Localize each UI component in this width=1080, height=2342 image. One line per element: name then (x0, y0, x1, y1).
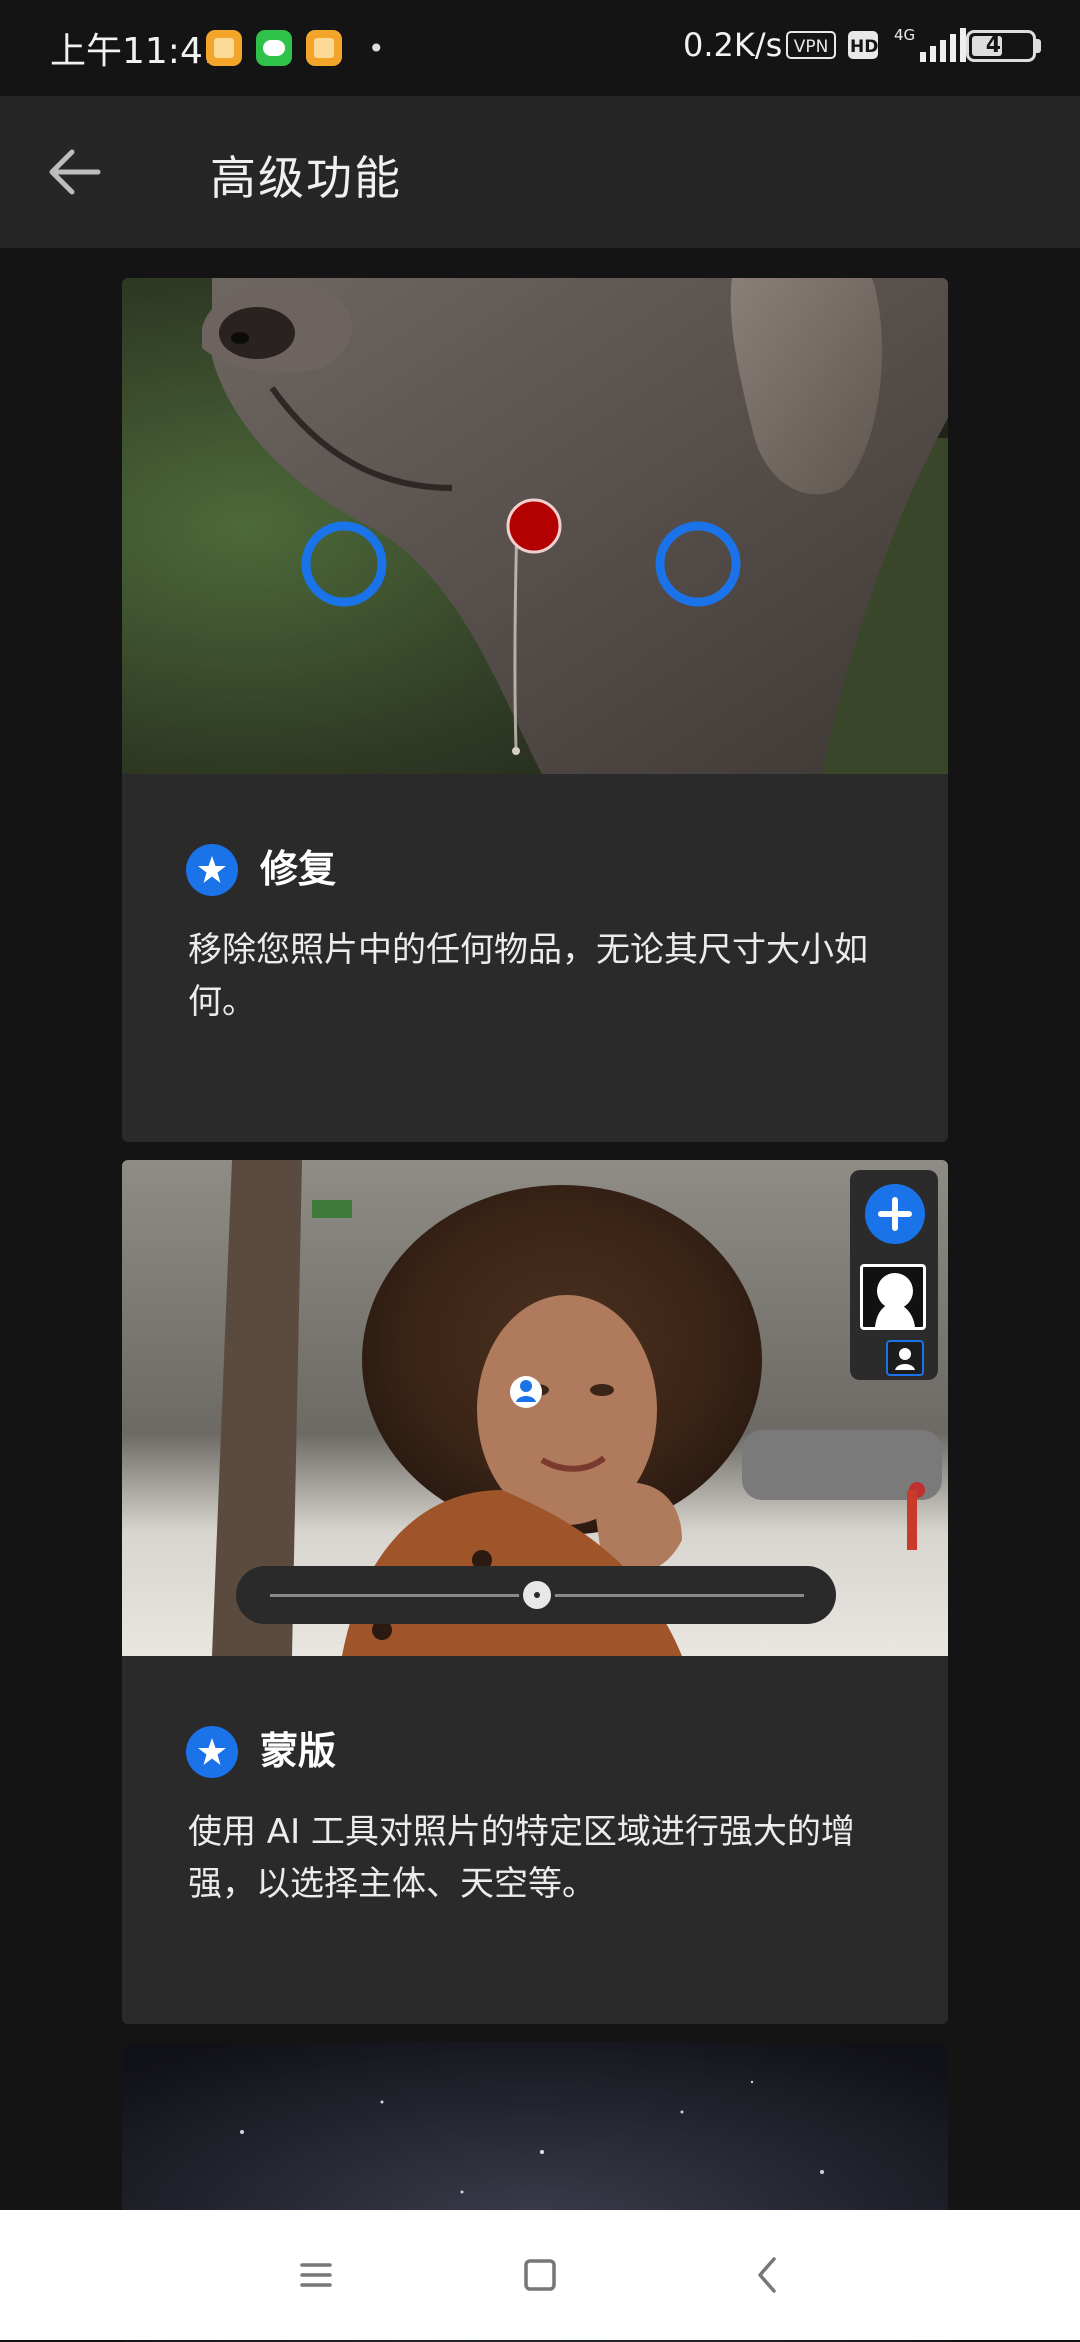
hd-badge: HD (848, 31, 878, 59)
notes-app-icon-2 (306, 30, 342, 66)
signal-icon (920, 28, 966, 62)
arrow-left-icon (49, 149, 101, 195)
feature-title: 修复 (260, 847, 337, 891)
status-bar: 上午11:41 • 0.2K/s VPN HD 4G 42 (0, 0, 1080, 96)
network-type: 4G (894, 26, 916, 44)
menu-icon (300, 2263, 332, 2287)
back-chevron-icon (758, 2257, 776, 2293)
mask-thumbnail[interactable] (860, 1264, 926, 1330)
feature-card-masking[interactable]: 蒙版 使用 AI 工具对照片的特定区域进行强大的增强，以选择主体、天空等。 (122, 1160, 948, 2024)
home-button[interactable] (510, 2245, 570, 2305)
feature-card-heal[interactable]: 修复 移除您照片中的任何物品，无论其尺寸大小如何。 (122, 278, 948, 1142)
select-subject-icon (895, 1348, 915, 1370)
feature-description: 使用 AI 工具对照片的特定区域进行强大的增强，以选择主体、天空等。 (188, 1812, 855, 1904)
mask-amount-slider[interactable] (236, 1566, 836, 1624)
star-badge-icon (186, 1726, 238, 1778)
page-title: 高级功能 (210, 151, 402, 205)
home-square-icon (524, 2259, 556, 2291)
system-nav-bar (0, 2210, 1080, 2340)
app-bar: 高级功能 (0, 96, 1080, 248)
add-mask-button[interactable] (865, 1184, 925, 1244)
plus-icon (878, 1197, 912, 1231)
network-speed: 0.2K/s (683, 26, 783, 64)
battery-icon: 42 (966, 30, 1036, 62)
masking-preview-image (122, 1160, 948, 1656)
subject-silhouette-icon (875, 1273, 915, 1327)
recents-button[interactable] (286, 2245, 346, 2305)
back-button[interactable] (36, 132, 116, 212)
slider-thumb[interactable] (519, 1577, 555, 1613)
notes-app-icon (206, 30, 242, 66)
feature-description: 移除您照片中的任何物品，无论其尺寸大小如何。 (188, 930, 868, 1022)
star-badge-icon (186, 844, 238, 896)
mask-tools-panel (850, 1170, 938, 1380)
battery-tip (1036, 39, 1041, 53)
status-time: 上午11:41 (50, 31, 226, 72)
system-back-button[interactable] (738, 2245, 798, 2305)
select-subject-button[interactable] (886, 1340, 924, 1376)
heal-preview-image (122, 278, 948, 774)
wechat-icon (256, 30, 292, 66)
vpn-badge: VPN (786, 31, 836, 59)
more-notifications-dot: • (368, 32, 385, 65)
battery-level: 42 (985, 33, 1017, 58)
feature-title: 蒙版 (260, 1729, 337, 1773)
